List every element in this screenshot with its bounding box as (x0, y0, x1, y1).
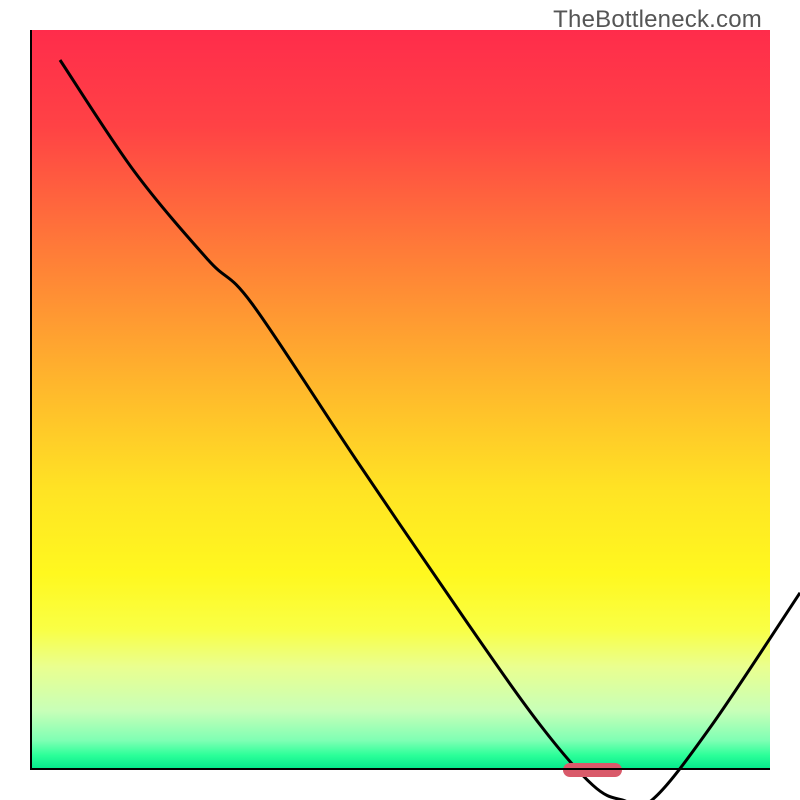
y-axis (30, 30, 32, 770)
x-axis (30, 768, 770, 770)
chart-container (30, 30, 770, 770)
curve-svg (60, 60, 800, 800)
bottleneck-curve (60, 60, 800, 800)
optimal-marker (563, 763, 622, 777)
